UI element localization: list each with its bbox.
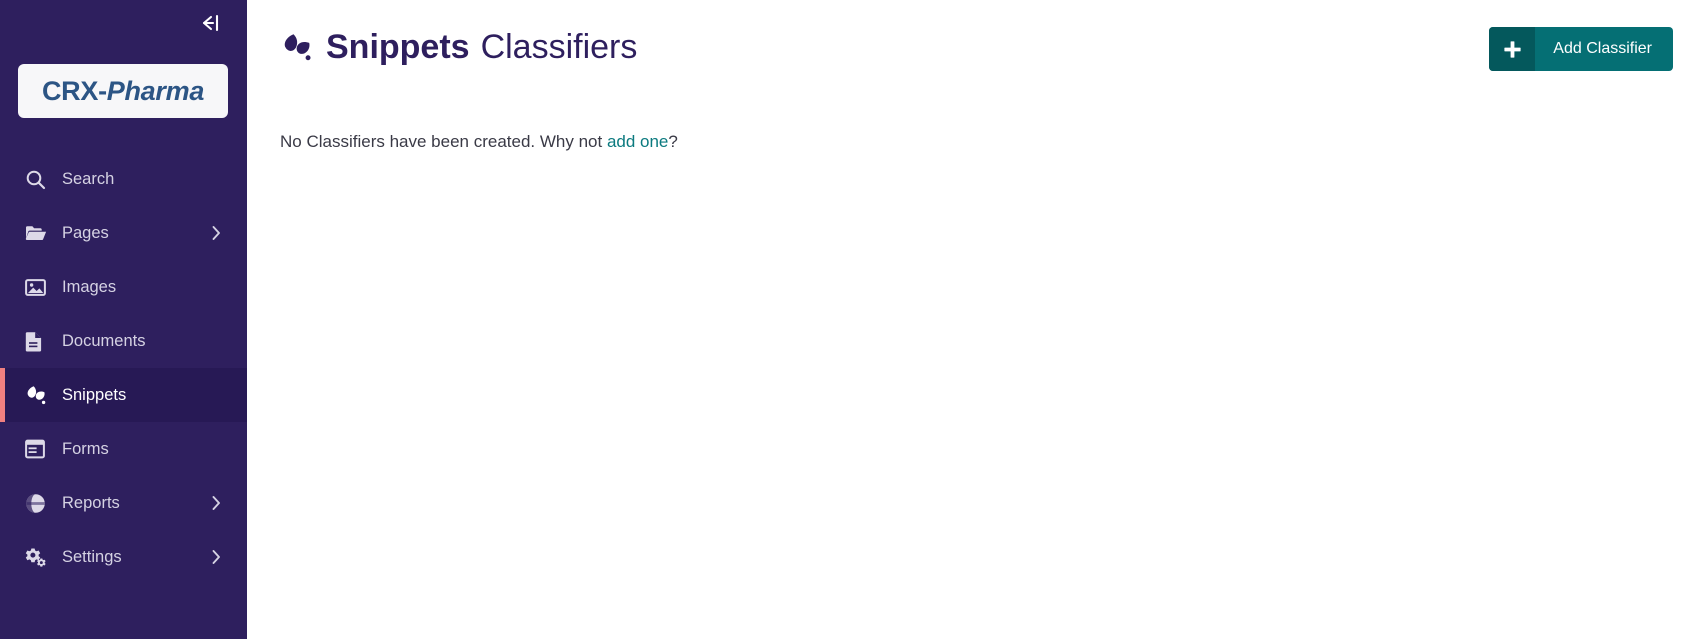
- logo[interactable]: CRX-Pharma: [18, 64, 228, 118]
- add-one-link[interactable]: add one: [607, 132, 668, 151]
- page-header: Snippets Classifiers Add Classifier: [247, 0, 1698, 92]
- chevron-right-icon: [212, 226, 221, 241]
- folder-open-icon: [25, 222, 51, 244]
- sidebar-item-label: Images: [62, 277, 117, 296]
- sidebar-item-settings[interactable]: Settings: [0, 530, 247, 584]
- sidebar-item-label: Search: [62, 169, 115, 188]
- empty-state-text-after: ?: [668, 132, 678, 151]
- sidebar-item-search[interactable]: Search: [0, 152, 247, 206]
- sidebar-item-pages[interactable]: Pages: [0, 206, 247, 260]
- sidebar-item-label: Settings: [62, 547, 122, 566]
- sidebar-item-forms[interactable]: Forms: [0, 422, 247, 476]
- sidebar: CRX-Pharma Search Pages Images Documents…: [0, 0, 247, 639]
- sidebar-item-snippets[interactable]: Snippets: [0, 368, 247, 422]
- collapse-sidebar-icon[interactable]: [197, 10, 223, 36]
- sidebar-item-label: Snippets: [62, 385, 127, 404]
- page-title-secondary: Classifiers: [480, 28, 638, 66]
- sidebar-item-label: Reports: [62, 493, 120, 512]
- sidebar-item-label: Forms: [62, 439, 109, 458]
- empty-state-text-before: No Classifiers have been created. Why no…: [280, 132, 607, 151]
- sidebar-item-images[interactable]: Images: [0, 260, 247, 314]
- sidebar-item-label: Documents: [62, 331, 146, 350]
- page-title: Snippets Classifiers: [280, 22, 637, 64]
- form-list-icon: [25, 438, 51, 460]
- sidebar-item-documents[interactable]: Documents: [0, 314, 247, 368]
- document-icon: [25, 330, 51, 352]
- globe-chart-icon: [25, 492, 51, 514]
- logo-text: CRX-Pharma: [42, 76, 204, 107]
- sidebar-nav: Search Pages Images Documents Snippets F…: [0, 152, 247, 584]
- sidebar-header: [0, 0, 247, 46]
- empty-state-message: No Classifiers have been created. Why no…: [280, 130, 1698, 154]
- plus-icon: [1489, 27, 1536, 71]
- search-icon: [25, 168, 51, 190]
- page-title-primary: Snippets: [326, 28, 470, 66]
- cogs-icon: [25, 546, 51, 568]
- logo-text-secondary: Pharma: [106, 75, 205, 106]
- main-content: Snippets Classifiers Add Classifier No C…: [247, 0, 1698, 639]
- sidebar-item-reports[interactable]: Reports: [0, 476, 247, 530]
- chevron-right-icon: [212, 550, 221, 565]
- sidebar-item-label: Pages: [62, 223, 109, 242]
- app-root: CRX-Pharma Search Pages Images Documents…: [0, 0, 1698, 639]
- snippet-leaf-icon: [280, 30, 314, 64]
- add-classifier-label: Add Classifier: [1553, 40, 1652, 57]
- chevron-right-icon: [212, 496, 221, 511]
- add-classifier-button[interactable]: Add Classifier: [1489, 27, 1673, 71]
- snippet-leaf-icon: [25, 384, 51, 406]
- image-icon: [25, 276, 51, 298]
- content-area: No Classifiers have been created. Why no…: [247, 92, 1698, 154]
- logo-text-primary: CRX-: [41, 75, 107, 106]
